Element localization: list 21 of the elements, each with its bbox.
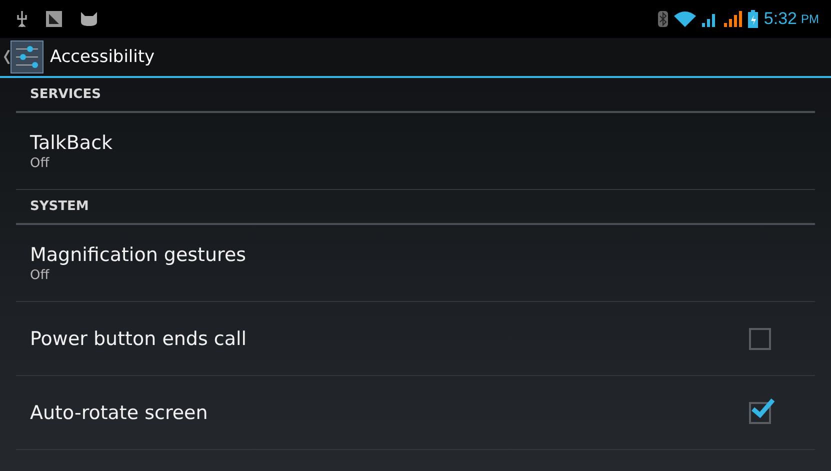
setting-summary: Off <box>30 156 50 170</box>
setting-summary: Off <box>30 268 50 282</box>
signal-icon <box>702 11 718 27</box>
screenshot-icon <box>46 11 62 27</box>
screen-title: Accessibility <box>50 47 155 67</box>
back-caret-icon <box>4 50 10 64</box>
checkbox[interactable] <box>749 328 771 350</box>
setting-title: Magnification gestures <box>30 244 246 266</box>
setting-title: Auto-rotate screen <box>30 402 208 424</box>
clock-meridiem: PM <box>801 12 819 26</box>
section-title: SYSTEM <box>30 199 89 214</box>
setting-title: Power button ends call <box>30 328 247 350</box>
usb-icon <box>16 11 28 27</box>
battery-icon <box>748 10 758 28</box>
setting-title: TalkBack <box>30 132 113 154</box>
section-title: SERVICES <box>30 87 101 102</box>
bluetooth-icon <box>658 11 668 27</box>
wifi-icon <box>674 11 696 27</box>
signal-icon <box>724 11 742 27</box>
cat-face-icon <box>80 12 98 26</box>
clock-time: 5:32 <box>764 9 797 29</box>
